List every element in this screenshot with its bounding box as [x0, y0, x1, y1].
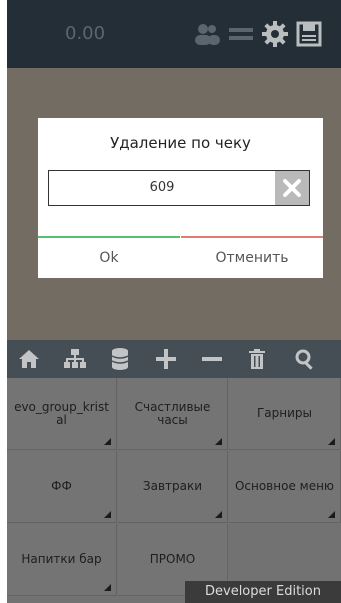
cancel-button[interactable]: Отменить	[181, 236, 323, 278]
receipt-number-input[interactable]: 609	[48, 170, 310, 206]
modal-backdrop[interactable]	[7, 0, 341, 603]
developer-edition-watermark: Developer Edition	[185, 581, 341, 603]
ok-button[interactable]: Ok	[38, 236, 180, 278]
left-edge-strip	[0, 0, 7, 603]
delete-by-receipt-dialog: Удаление по чеку 609 Ok Отменить	[38, 118, 323, 278]
app-screen: 0.00 evo_group_kristal Счастливые часы Г…	[7, 0, 341, 603]
close-icon	[283, 179, 301, 197]
clear-input-button[interactable]	[275, 171, 309, 205]
receipt-number-value[interactable]: 609	[49, 171, 275, 205]
dialog-title: Удаление по чеку	[110, 134, 251, 152]
